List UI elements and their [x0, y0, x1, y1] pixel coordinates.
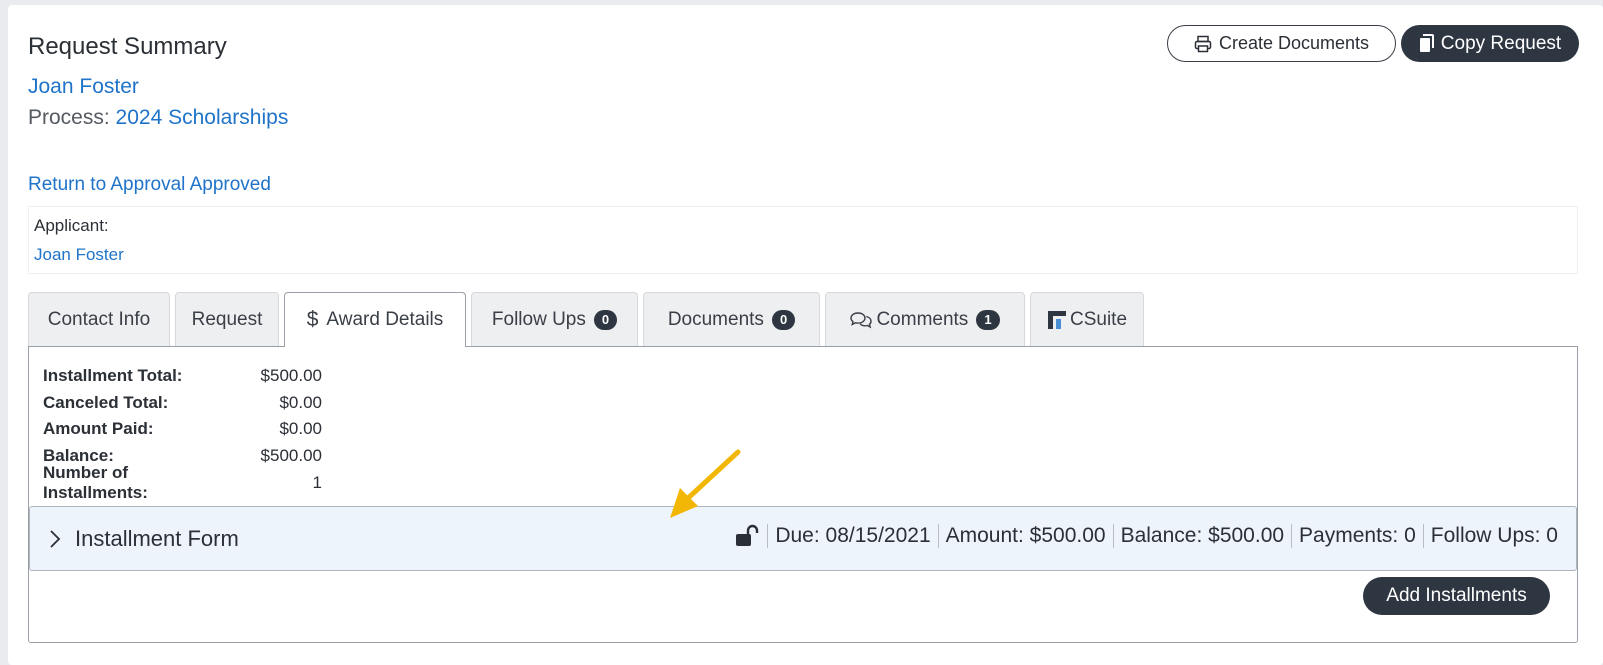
award-details-panel: Installment Total: $500.00 Canceled Tota…	[28, 346, 1578, 643]
summary-value: $0.00	[279, 419, 322, 439]
csuite-logo-icon	[1047, 310, 1066, 329]
copy-icon	[1419, 34, 1434, 52]
installment-row[interactable]: Installment Form Due: 08/15/2021 Amount:…	[29, 506, 1577, 571]
summary-value: $0.00	[279, 392, 322, 412]
comments-icon	[850, 311, 873, 328]
tab-label: Award Details	[326, 309, 444, 330]
tab-label: Contact Info	[47, 308, 151, 330]
process-line: Process: 2024 Scholarships	[28, 106, 288, 130]
installment-meta: Due: 08/15/2021 Amount: $500.00 Balance:…	[735, 524, 1558, 548]
summary-row: Amount Paid: $0.00	[43, 416, 322, 443]
page-title: Request Summary	[28, 33, 227, 60]
documents-count-badge: 0	[771, 309, 796, 330]
tab-follow-ups[interactable]: Follow Ups 0	[471, 292, 638, 346]
copy-request-label: Copy Request	[1440, 32, 1562, 54]
tab-label: Documents	[667, 308, 764, 330]
divider	[1112, 524, 1114, 548]
follow-ups-count-badge: 0	[593, 309, 618, 330]
unlock-icon[interactable]	[735, 524, 759, 548]
installment-balance: Balance: $500.00	[1120, 524, 1285, 547]
applicant-name[interactable]: Joan Foster	[34, 245, 124, 265]
summary-label: Amount Paid:	[43, 419, 154, 439]
applicant-label: Applicant:	[34, 216, 109, 235]
return-to-approval-link[interactable]: Return to Approval Approved	[28, 174, 271, 196]
summary-value: 1	[312, 472, 322, 492]
divider	[1291, 524, 1293, 548]
summary-value: $500.00	[260, 446, 322, 466]
dollar-icon: $	[306, 308, 319, 331]
create-documents-button[interactable]: Create Documents	[1167, 25, 1396, 62]
tab-request[interactable]: Request	[175, 292, 279, 346]
divider	[937, 524, 939, 548]
tab-contact-info[interactable]: Contact Info	[28, 292, 170, 346]
installment-title: Installment Form	[75, 526, 239, 551]
summary-value: $500.00	[260, 366, 322, 386]
copy-request-button[interactable]: Copy Request	[1401, 25, 1579, 62]
summary-label: Canceled Total:	[43, 392, 169, 412]
applicant-box: Applicant: Joan Foster	[28, 206, 1578, 274]
installment-due: Due: 08/15/2021	[775, 524, 931, 547]
chevron-right-icon[interactable]	[48, 527, 62, 551]
printer-icon	[1194, 35, 1212, 52]
tab-label: Follow Ups	[491, 308, 586, 330]
tab-documents[interactable]: Documents 0	[643, 292, 820, 346]
divider	[767, 524, 769, 548]
summary-row: Canceled Total: $0.00	[43, 390, 322, 417]
tab-comments[interactable]: Comments 1	[825, 292, 1025, 346]
installment-payments: Payments: 0	[1299, 524, 1416, 547]
summary-label: Installment Total:	[43, 366, 183, 386]
summary-row: Number of Installments: 1	[43, 463, 322, 502]
tab-label: CSuite	[1069, 308, 1128, 330]
tab-csuite[interactable]: CSuite	[1030, 292, 1144, 346]
create-documents-label: Create Documents	[1218, 33, 1370, 53]
tab-award-details[interactable]: $ Award Details	[284, 292, 466, 347]
installment-amount: Amount: $500.00	[945, 524, 1106, 547]
applicant-name-link[interactable]: Joan Foster	[28, 75, 139, 99]
summary-label: Number of Installments:	[43, 462, 148, 502]
installment-follow-ups: Follow Ups: 0	[1430, 524, 1558, 547]
comments-count-badge: 1	[976, 309, 1000, 330]
tab-label: Comments	[876, 308, 969, 330]
process-link[interactable]: 2024 Scholarships	[116, 106, 289, 129]
divider	[1422, 524, 1424, 548]
summary-row: Installment Total: $500.00	[43, 363, 322, 390]
process-label: Process:	[28, 106, 110, 129]
award-summary: Installment Total: $500.00 Canceled Tota…	[43, 363, 322, 502]
tab-label: Request	[191, 308, 263, 330]
add-installments-button[interactable]: Add Installments	[1363, 577, 1550, 615]
